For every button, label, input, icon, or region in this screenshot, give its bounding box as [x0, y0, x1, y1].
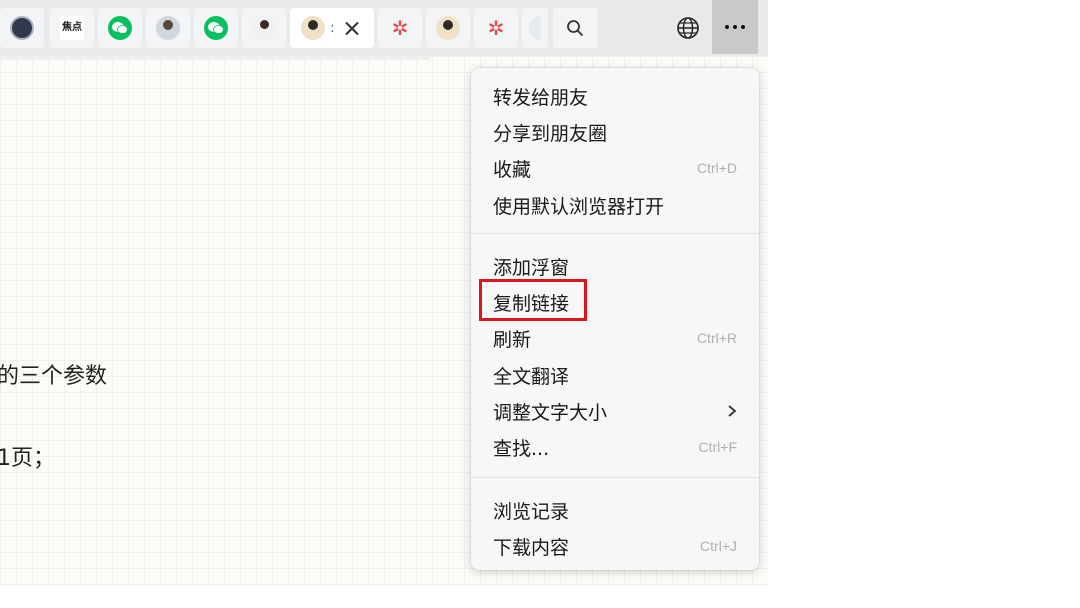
tab-star-2[interactable]: ✲: [474, 8, 518, 48]
tab-calligraphy[interactable]: 焦点: [50, 8, 94, 48]
menu-item-adjust-text-size[interactable]: 调整文字大小: [493, 395, 737, 427]
article-text-line: 1页；: [0, 446, 55, 471]
menu-separator: [471, 477, 759, 478]
more-options-button[interactable]: [712, 0, 758, 54]
menu-item-shortcut: Ctrl+R: [696, 330, 737, 346]
tab-star-1[interactable]: ✲: [378, 8, 422, 48]
tab-wechat-2[interactable]: [194, 8, 238, 48]
round-logo-icon: [10, 16, 34, 40]
red-star-logo-icon: ✲: [391, 16, 409, 40]
menu-separator: [471, 233, 759, 234]
menu-item-forward-to-friend[interactable]: 转发给朋友: [493, 80, 737, 112]
menu-item-add-floating-window[interactable]: 添加浮窗: [493, 250, 737, 282]
tab-title-truncated: :: [330, 20, 335, 36]
menu-item-label: 复制链接: [493, 292, 570, 315]
partial-icon: [529, 16, 541, 40]
more-options-menu: 转发给朋友 分享到朋友圈 收藏 Ctrl+D 使用默认浏览器打开 添加浮窗 复制…: [471, 68, 759, 570]
menu-item-label: 转发给朋友: [493, 86, 589, 109]
menu-item-label: 添加浮窗: [493, 256, 570, 279]
menu-item-shortcut: Ctrl+D: [696, 160, 737, 176]
content-divider: [0, 56, 430, 60]
menu-item-label: 下载内容: [493, 536, 570, 559]
more-icon: [723, 25, 747, 29]
globe-icon: [677, 17, 699, 39]
search-tabs-button[interactable]: [553, 8, 597, 48]
translate-button[interactable]: [670, 8, 706, 48]
avatar-icon: [301, 16, 325, 40]
avatar-icon: [156, 16, 180, 40]
tab-dark-logo[interactable]: [0, 8, 44, 48]
menu-item-browsing-history[interactable]: 浏览记录: [493, 494, 737, 526]
tab-bar: 焦点 : ✲ ✲: [0, 0, 768, 56]
menu-item-label: 查找...: [493, 437, 550, 460]
menu-item-label: 全文翻译: [493, 365, 570, 388]
menu-item-copy-link[interactable]: 复制链接: [493, 286, 737, 318]
tab-active[interactable]: :: [290, 8, 374, 48]
calligraphy-logo-icon: 焦点: [60, 16, 84, 40]
menu-item-refresh[interactable]: 刷新 Ctrl+R: [493, 322, 737, 354]
tab-photo[interactable]: [426, 8, 470, 48]
menu-item-share-moments[interactable]: 分享到朋友圈: [493, 116, 737, 148]
menu-item-shortcut: Ctrl+F: [698, 439, 738, 455]
menu-item-open-default-browser[interactable]: 使用默认浏览器打开: [493, 189, 737, 221]
tab-wechat-1[interactable]: [98, 8, 142, 48]
red-star-logo-icon: ✲: [487, 16, 505, 40]
menu-item-label: 收藏: [493, 158, 532, 181]
close-tab-icon[interactable]: [345, 21, 359, 35]
wechat-icon: [204, 16, 228, 40]
menu-item-label: 调整文字大小: [493, 401, 608, 424]
search-icon: [567, 20, 583, 36]
menu-item-translate-full-text[interactable]: 全文翻译: [493, 359, 737, 391]
article-text-line: 的三个参数: [0, 364, 108, 389]
menu-item-favorite[interactable]: 收藏 Ctrl+D: [493, 152, 737, 184]
menu-item-label: 分享到朋友圈: [493, 122, 608, 145]
tab-profile-woman[interactable]: [146, 8, 190, 48]
chevron-right-icon: [728, 405, 737, 417]
menu-item-shortcut: Ctrl+J: [700, 538, 737, 554]
menu-item-downloads[interactable]: 下载内容 Ctrl+J: [493, 530, 737, 562]
menu-item-find[interactable]: 查找... Ctrl+F: [493, 431, 737, 463]
menu-item-label: 刷新: [493, 328, 532, 351]
tab-profile-suit[interactable]: [242, 8, 286, 48]
avatar-icon: [252, 16, 276, 40]
menu-item-label: 使用默认浏览器打开: [493, 195, 665, 218]
menu-item-label: 浏览记录: [493, 500, 570, 523]
wechat-icon: [108, 16, 132, 40]
tab-partial[interactable]: [522, 8, 548, 48]
avatar-icon: [436, 16, 460, 40]
